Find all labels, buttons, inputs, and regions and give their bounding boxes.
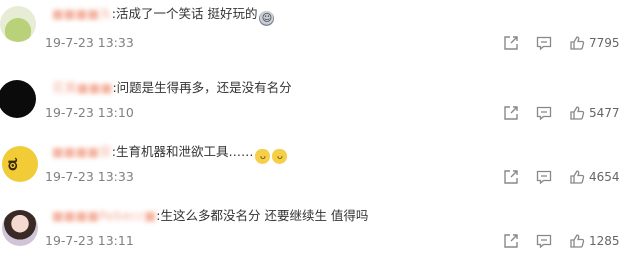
comment-icon [536,36,552,51]
like-count: 4654 [589,170,620,184]
comment-actions: 1285 [503,232,633,250]
comment-item: ಠ ■■■■安:生育机器和泄欲工具…… ᴗ ᴗ 19-7-23 13:33 4654 [0,128,633,192]
comment-line: ■■■■安:生育机器和泄欲工具…… ᴗ ᴗ [52,142,288,164]
avatar[interactable] [0,6,36,42]
cat-emoji-icon: ᴗ [272,149,288,164]
comment-line: ■■■■Rebecc■:生这么多都没名分 还要继续生 值得吗 [52,206,368,226]
like-button[interactable]: 1285 [569,232,620,250]
comment-actions: 7795 [503,34,633,52]
comment-icon [536,234,552,249]
like-icon [570,36,585,50]
like-count: 1285 [589,234,620,248]
comment-item: ■■■■头:活成了一个笑话 挺好玩的 ☺ 19-7-23 13:33 7795 [0,0,633,64]
like-count: 7795 [589,36,620,50]
comment-timestamp: 19-7-23 13:10 [45,105,134,120]
share-icon [504,170,518,184]
like-button[interactable]: 7795 [569,34,620,52]
avatar-face-icon: ಠ [8,154,17,175]
share-icon [504,234,518,248]
cat-emoji-icon: ᴗ [255,149,271,164]
reply-button[interactable] [536,34,552,52]
comment-text: 活成了一个笑话 挺好玩的 [115,6,258,21]
avatar[interactable]: ಠ [2,146,38,182]
share-button[interactable] [503,34,519,52]
comment-line: 花美■■■:问题是生得再多，还是没有名分 [52,78,292,98]
comment-text: 生育机器和泄欲工具…… [115,144,254,159]
username-link[interactable]: ■■■■Rebecc■ [52,206,156,226]
avatar[interactable] [0,80,36,118]
comment-timestamp: 19-7-23 13:33 [45,169,134,184]
like-icon [570,170,585,184]
comment-text: 生这么多都没名分 还要继续生 值得吗 [160,208,369,223]
comment-actions: 4654 [503,168,633,186]
comment-icon [536,170,552,185]
reply-button[interactable] [536,168,552,186]
like-button[interactable]: 4654 [569,168,620,186]
comment-item: 花美■■■:问题是生得再多，还是没有名分 19-7-23 13:10 5477 [0,64,633,128]
username-link[interactable]: ■■■■头 [52,4,112,24]
like-icon [570,106,585,120]
comment-actions: 5477 [503,104,633,122]
like-count: 5477 [589,106,620,120]
share-icon [504,36,518,50]
comment-icon [536,106,552,121]
reply-button[interactable] [536,232,552,250]
username-link[interactable]: 花美■■■ [52,78,112,98]
laughing-emoji-icon: ☺ [259,11,275,26]
reply-button[interactable] [536,104,552,122]
like-button[interactable]: 5477 [569,104,620,122]
username-link[interactable]: ■■■■安 [52,142,112,162]
share-icon [504,106,518,120]
comment-list: ■■■■头:活成了一个笑话 挺好玩的 ☺ 19-7-23 13:33 7795 花… [0,0,633,257]
comment-text: 问题是生得再多，还是没有名分 [116,80,292,95]
like-icon [570,234,585,248]
avatar[interactable] [2,210,38,246]
share-button[interactable] [503,104,519,122]
comment-item: ■■■■Rebecc■:生这么多都没名分 还要继续生 值得吗 19-7-23 1… [0,192,633,256]
comment-timestamp: 19-7-23 13:11 [45,233,134,248]
share-button[interactable] [503,232,519,250]
comment-line: ■■■■头:活成了一个笑话 挺好玩的 ☺ [52,4,275,26]
share-button[interactable] [503,168,519,186]
comment-timestamp: 19-7-23 13:33 [45,35,134,50]
